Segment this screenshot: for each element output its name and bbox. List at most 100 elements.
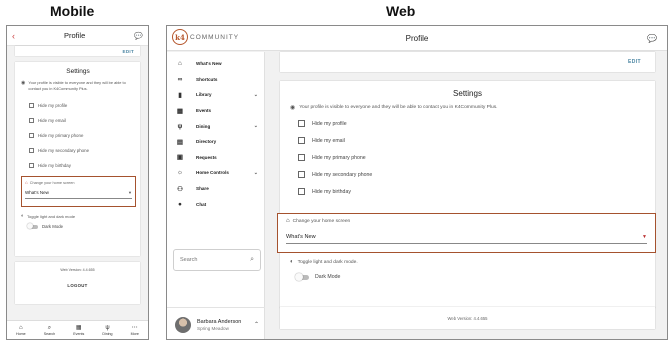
sidebar-item-shortcuts[interactable]: ∞ Shortcuts	[167, 72, 264, 88]
checkbox-label: Hide my secondary phone	[312, 171, 373, 178]
home-screen-selector[interactable]: ⌂ Change your home screen What's New ▼	[277, 213, 656, 253]
fork-knife-icon: ψ	[105, 324, 110, 331]
search-placeholder: Search	[180, 257, 198, 263]
contrast-icon: ◐	[290, 259, 294, 265]
search-icon[interactable]: ⌕	[250, 256, 254, 264]
hide-secondary-phone-checkbox[interactable]: Hide my secondary phone	[21, 143, 135, 158]
user-location: Spring Meadow	[197, 325, 229, 331]
hide-secondary-phone-checkbox[interactable]: Hide my secondary phone	[288, 166, 647, 183]
bottom-nav: ⌂ Home ⌕ Search ▦ Events ψ Dining ⋯ More	[7, 320, 148, 339]
sidebar-item-label: Chat	[196, 201, 207, 207]
dark-mode-label: Dark Mode	[315, 274, 341, 280]
nav-more[interactable]: ⋯ More	[131, 325, 139, 336]
checkbox[interactable]	[298, 188, 305, 195]
sidebar-item-label: Shortcuts	[196, 76, 218, 82]
dark-mode-row[interactable]: Dark Mode	[21, 223, 135, 229]
chevron-up-icon[interactable]: ⌃	[254, 321, 259, 328]
dark-mode-row[interactable]: Dark Mode	[295, 272, 341, 281]
checkbox[interactable]	[29, 163, 34, 168]
chevron-down-icon[interactable]: ⌄	[254, 170, 258, 176]
chevron-down-icon: ▼	[642, 234, 647, 240]
logout-button[interactable]: LOGOUT	[67, 283, 87, 288]
chat-bubble-icon[interactable]: 💬	[647, 34, 657, 43]
settings-card: Settings ◉ Your profile is visible to ev…	[15, 62, 140, 256]
search-input[interactable]: Search ⌕	[173, 249, 261, 271]
sidebar-item-directory[interactable]: ▤ Directory	[167, 134, 264, 150]
sidebar-item-label: Directory	[196, 139, 217, 145]
visibility-notice: ◉ Your profile is visible to everyone an…	[288, 104, 647, 111]
theme-toggle-text: Toggle light and dark mode	[27, 213, 76, 219]
home-screen-select[interactable]: What's New ▼	[25, 190, 132, 199]
edit-button[interactable]: EDIT	[628, 59, 641, 65]
sidebar-item-library[interactable]: ▮ Library ⌄	[167, 87, 264, 103]
home-screen-value: What's New	[25, 190, 49, 195]
checkbox-label: Hide my email	[38, 118, 66, 123]
sidebar-item-label: Requests	[196, 154, 217, 160]
chat-bubble-icon[interactable]: 💬	[134, 32, 143, 40]
hide-email-checkbox[interactable]: Hide my email	[21, 113, 135, 128]
nav-label: More	[130, 331, 139, 336]
profile-card: EDIT	[280, 52, 655, 72]
hide-primary-phone-checkbox[interactable]: Hide my primary phone	[288, 149, 647, 166]
theme-toggle-label: ◐ Toggle light and dark mode	[21, 213, 135, 219]
hide-birthday-checkbox[interactable]: Hide my birthday	[21, 158, 135, 173]
book-icon: ▮	[178, 91, 182, 99]
dark-mode-switch[interactable]	[27, 223, 38, 229]
home-screen-select[interactable]: What's New ▼	[286, 234, 647, 244]
home-icon: ⌂	[25, 180, 28, 185]
sidebar-item-requests[interactable]: ▣ Requests	[167, 150, 264, 166]
hide-birthday-checkbox[interactable]: Hide my birthday	[288, 183, 647, 200]
chevron-down-icon[interactable]: ⌄	[254, 92, 258, 98]
checkbox[interactable]	[29, 103, 34, 108]
sidebar-item-label: Events	[196, 108, 212, 114]
checkbox[interactable]	[29, 133, 34, 138]
checkbox[interactable]	[298, 120, 305, 127]
nav-label: Search	[43, 331, 56, 336]
nav-dining[interactable]: ψ Dining	[102, 325, 112, 336]
web-heading: Web	[386, 3, 416, 19]
hide-profile-checkbox[interactable]: Hide my profile	[21, 98, 135, 113]
user-profile-menu[interactable]: Barbara Anderson Spring Meadow ⌃	[167, 307, 265, 339]
profile-card: EDIT	[15, 46, 140, 56]
nav-search[interactable]: ⌕ Search	[44, 325, 55, 336]
checkbox-label: Hide my profile	[38, 103, 68, 108]
contact-card-icon: ▤	[176, 138, 184, 146]
hide-email-checkbox[interactable]: Hide my email	[288, 132, 647, 149]
eye-icon: ◉	[21, 80, 26, 86]
chevron-down-icon[interactable]: ⌄	[254, 123, 258, 129]
checkbox[interactable]	[298, 154, 305, 161]
checkbox[interactable]	[298, 171, 305, 178]
sidebar-item-chat[interactable]: ● Chat	[167, 196, 264, 212]
home-screen-label-text: Change your home screen	[292, 218, 351, 224]
nav-home[interactable]: ⌂ Home	[16, 325, 26, 336]
settings-card: Settings ◉ Your profile is visible to ev…	[277, 81, 656, 308]
checkbox[interactable]	[29, 148, 34, 153]
checkbox-label: Hide my birthday	[312, 188, 351, 195]
chevron-down-icon: ▼	[128, 190, 132, 195]
sidebar-item-dining[interactable]: ψ Dining ⌄	[167, 118, 264, 134]
sidebar-item-home-controls[interactable]: ☼ Home Controls ⌄	[167, 165, 264, 181]
checkbox[interactable]	[298, 137, 305, 144]
sidebar-item-events[interactable]: ▦ Events	[167, 103, 264, 119]
sidebar-item-share[interactable]: ⚇ Share	[167, 181, 264, 197]
sidebar-item-label: Share	[196, 186, 209, 192]
hide-profile-checkbox[interactable]: Hide my profile	[288, 115, 647, 132]
inbox-icon: ▣	[176, 154, 184, 162]
hide-primary-phone-checkbox[interactable]: Hide my primary phone	[21, 128, 135, 143]
dark-mode-switch[interactable]	[295, 272, 309, 281]
checkbox-label: Hide my secondary phone	[38, 148, 90, 153]
nav-events[interactable]: ▦ Events	[73, 325, 84, 336]
version-card: Web Version: 4.4.655 LOGOUT	[15, 262, 140, 304]
eye-icon: ◉	[290, 105, 296, 111]
edit-button[interactable]: EDIT	[123, 49, 134, 54]
home-icon: ⌂	[19, 324, 23, 331]
home-screen-selector[interactable]: ⌂ Change your home screen What's New ▼	[21, 176, 136, 207]
visibility-text: Your profile is visible to everyone and …	[299, 105, 498, 110]
chevron-left-icon[interactable]: ‹	[12, 31, 15, 41]
web-top-bar: k4 COMMUNITY Profile 💬	[167, 26, 667, 51]
visibility-notice: ◉ Your profile is visible to everyone an…	[21, 80, 135, 92]
sidebar-item-whats-new[interactable]: ⌂ What's New	[167, 56, 264, 72]
sidebar-item-label: Library	[196, 92, 212, 98]
checkbox[interactable]	[29, 118, 34, 123]
more-icon: ⋯	[131, 324, 138, 331]
